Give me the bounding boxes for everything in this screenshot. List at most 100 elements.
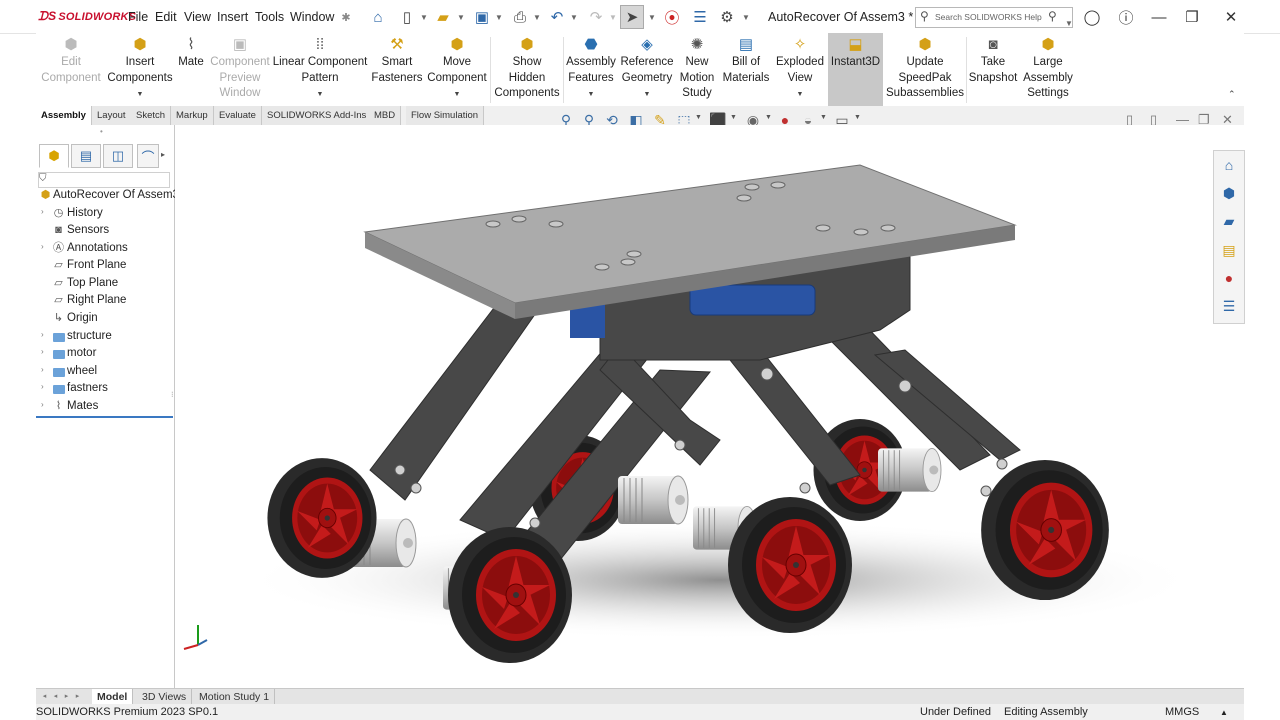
prev-tab-arrow-icon[interactable]: ◂ xyxy=(51,692,60,701)
print-icon[interactable]: ⎙ xyxy=(510,7,530,27)
tab-evaluate[interactable]: Evaluate xyxy=(214,106,262,125)
graphics-area[interactable] xyxy=(175,125,1244,688)
expand-arrow-icon[interactable]: › xyxy=(41,400,44,409)
chevron-down-icon[interactable]: ▼ xyxy=(588,91,595,98)
chevron-down-icon[interactable]: ▼ xyxy=(570,7,578,27)
chevron-down-icon[interactable]: ▼ xyxy=(495,7,503,27)
chevron-down-icon[interactable]: ▼ xyxy=(820,114,827,121)
chevron-down-icon[interactable]: ▼ xyxy=(742,7,750,27)
chevron-down-icon[interactable]: ▼ xyxy=(730,114,737,121)
chevron-down-icon[interactable]: ▼ xyxy=(765,114,772,121)
reference-geometry-button[interactable]: ◈ Reference Geometry ▼ xyxy=(618,33,676,106)
tab-mbd[interactable]: MBD xyxy=(369,106,402,125)
chevron-down-icon[interactable]: ▼ xyxy=(454,91,461,98)
options-gear-icon[interactable]: ⚙ xyxy=(717,7,737,27)
open-folder-icon[interactable]: ▰ xyxy=(433,7,453,27)
take-snapshot-button[interactable]: ◙ Take Snapshot xyxy=(968,33,1018,106)
menu-tools[interactable]: Tools xyxy=(255,10,284,24)
show-hidden-components-button[interactable]: ⬢ Show Hidden Components xyxy=(492,33,562,106)
expand-arrow-icon[interactable]: › xyxy=(41,330,44,339)
home-icon[interactable]: ⌂ xyxy=(368,7,388,27)
chevron-down-icon[interactable]: ▼ xyxy=(317,91,324,98)
motor-mount-bracket[interactable] xyxy=(689,284,816,316)
update-speedpak-button[interactable]: ⬢ Update SpeedPak Subassemblies xyxy=(886,33,964,106)
search-box[interactable]: ⚲ Search SOLIDWORKS Help ⚲ xyxy=(915,7,1073,28)
expand-arrow-icon[interactable]: › xyxy=(41,242,44,251)
chevron-down-icon[interactable]: ▼ xyxy=(137,91,144,98)
minimize-button[interactable]: — xyxy=(1148,6,1170,28)
new-document-icon[interactable]: ▯ xyxy=(397,7,417,27)
unit-dropdown-icon[interactable]: ▲ xyxy=(1220,708,1228,717)
undo-icon[interactable]: ↶ xyxy=(547,7,567,27)
menu-file[interactable]: File xyxy=(128,10,148,24)
dimxpert-tab[interactable]: ⌒ xyxy=(137,144,159,168)
panel-grip-icon[interactable]: • xyxy=(100,127,103,136)
motor-rear-right[interactable] xyxy=(877,447,942,493)
help-icon[interactable]: ⓘ xyxy=(1115,6,1137,28)
tab-flow-simulation[interactable]: Flow Simulation xyxy=(406,106,485,125)
restore-button[interactable]: ❐ xyxy=(1181,6,1203,28)
front-right-wheel[interactable] xyxy=(980,459,1110,601)
bill-of-materials-button[interactable]: ▤ Bill of Materials xyxy=(720,33,772,106)
close-button[interactable]: ✕ xyxy=(1220,6,1242,28)
linear-component-pattern-button[interactable]: ⁞⁞ Linear Component Pattern ▼ xyxy=(272,33,368,106)
expand-arrow-icon[interactable]: › xyxy=(41,382,44,391)
chevron-down-icon[interactable]: ▼ xyxy=(457,7,465,27)
tab-layout[interactable]: Layout xyxy=(92,106,132,125)
tab-3d-views[interactable]: 3D Views xyxy=(137,689,193,705)
select-cursor-icon[interactable]: ➤ xyxy=(620,5,644,29)
tree-filter[interactable]: ⛉ xyxy=(38,172,170,188)
last-tab-arrow-icon[interactable]: ▸ xyxy=(73,692,82,701)
rebuild-traffic-light-icon[interactable]: ⦿ xyxy=(662,7,682,27)
new-motion-study-button[interactable]: ✺ New Motion Study xyxy=(676,33,718,106)
front-mid-right-wheel[interactable] xyxy=(727,496,853,634)
pin-icon[interactable]: ✱ xyxy=(336,7,356,27)
tab-sketch[interactable]: Sketch xyxy=(131,106,172,125)
home-icon[interactable]: ⌂ xyxy=(1218,154,1240,176)
chevron-down-icon[interactable]: ▼ xyxy=(854,114,861,121)
tab-assembly[interactable]: Assembly xyxy=(36,106,92,125)
assembly-model-render[interactable] xyxy=(175,125,1244,688)
file-explorer-icon[interactable]: ▰ xyxy=(1218,210,1240,232)
menu-edit[interactable]: Edit xyxy=(155,10,177,24)
tabs-scroll-icon[interactable]: ▸ xyxy=(161,150,165,159)
expand-arrow-icon[interactable]: › xyxy=(41,365,44,374)
assembly-features-button[interactable]: ⬣ Assembly Features ▼ xyxy=(564,33,618,106)
file-properties-icon[interactable]: ☰ xyxy=(690,7,710,27)
redo-icon[interactable]: ↷ xyxy=(586,7,606,27)
chevron-down-icon[interactable]: ▼ xyxy=(648,7,656,27)
chevron-down-icon[interactable]: ▼ xyxy=(644,91,651,98)
menu-view[interactable]: View xyxy=(184,10,211,24)
search-dropdown-icon[interactable]: ▼ xyxy=(1065,13,1073,33)
mate-button[interactable]: ⌇ Mate xyxy=(174,33,208,106)
tab-model[interactable]: Model xyxy=(92,689,134,705)
tab-motion-study-1[interactable]: Motion Study 1 xyxy=(194,689,276,705)
solidworks-logo[interactable]: ᗪS SOLIDWORKS xyxy=(38,9,136,24)
large-assembly-settings-button[interactable]: ⬢ Large Assembly Settings xyxy=(1020,33,1076,106)
appearances-icon[interactable]: ● xyxy=(1218,267,1240,289)
chevron-down-icon[interactable]: ▼ xyxy=(609,7,617,27)
expand-arrow-icon[interactable]: › xyxy=(41,347,44,356)
chevron-down-icon[interactable]: ▼ xyxy=(695,114,702,121)
unit-system[interactable]: MMGS xyxy=(1165,706,1199,718)
tab-markup[interactable]: Markup xyxy=(171,106,214,125)
view-palette-icon[interactable]: ▤ xyxy=(1218,239,1240,261)
panel-collapse-handle[interactable]: ⁝ xyxy=(171,390,174,399)
smart-fasteners-button[interactable]: ⚒ Smart Fasteners xyxy=(368,33,426,106)
first-tab-arrow-icon[interactable]: ◂ xyxy=(40,692,49,701)
exploded-view-button[interactable]: ✧ Exploded View ▼ xyxy=(774,33,826,106)
expand-arrow-icon[interactable]: › xyxy=(41,207,44,216)
feature-manager-tab[interactable]: ⬢ xyxy=(39,144,69,168)
front-left-wheel[interactable] xyxy=(267,457,377,579)
search-go-icon[interactable]: ⚲ xyxy=(1048,9,1057,23)
configuration-manager-tab[interactable]: ◫ xyxy=(103,144,133,168)
collapse-ribbon-icon[interactable]: ⌃ xyxy=(1228,89,1236,100)
next-tab-arrow-icon[interactable]: ▸ xyxy=(62,692,71,701)
menu-insert[interactable]: Insert xyxy=(217,10,248,24)
design-library-icon[interactable]: ⬢ xyxy=(1218,182,1240,204)
insert-components-button[interactable]: ⬢ Insert Components ▼ xyxy=(106,33,174,106)
chevron-down-icon[interactable]: ▼ xyxy=(533,7,541,27)
move-component-button[interactable]: ⬢ Move Component ▼ xyxy=(426,33,488,106)
save-icon[interactable]: ▣ xyxy=(472,7,492,27)
chevron-down-icon[interactable]: ▼ xyxy=(420,7,428,27)
